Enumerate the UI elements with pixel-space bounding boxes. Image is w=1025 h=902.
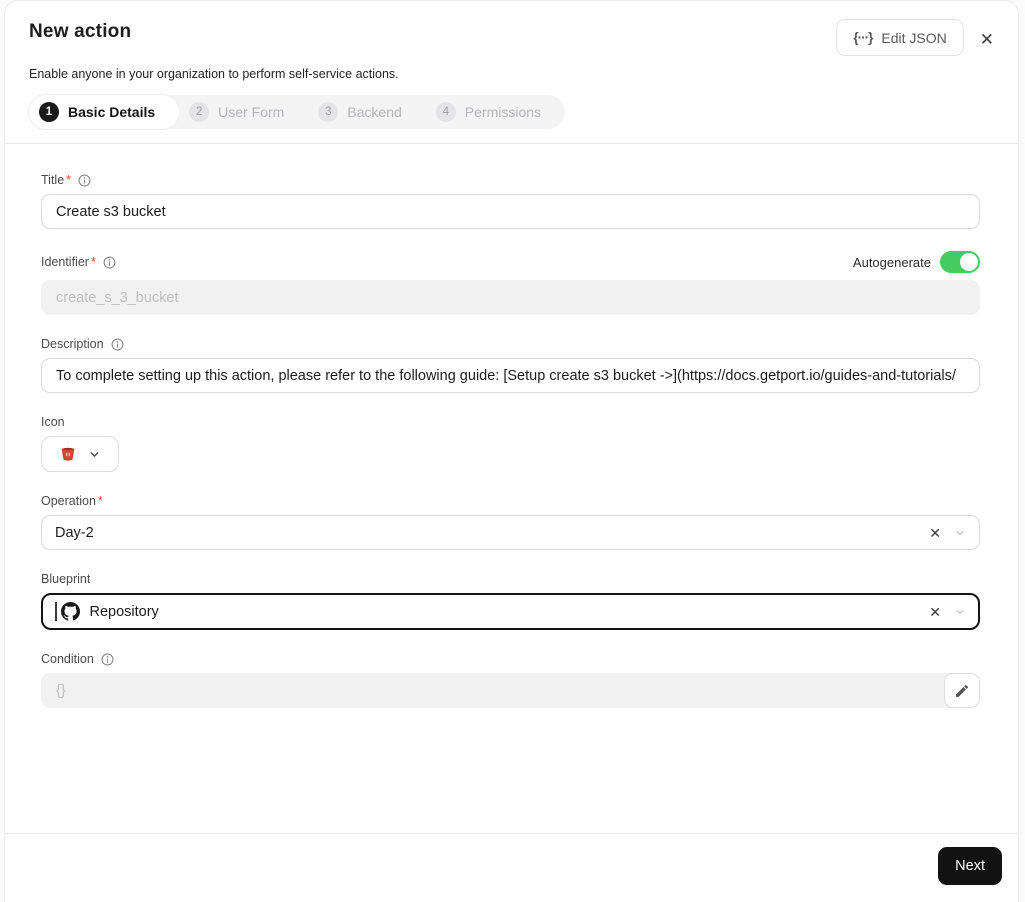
clear-icon[interactable]: ✕ xyxy=(929,526,941,540)
required-mark: * xyxy=(90,255,96,269)
modal-subtitle: Enable anyone in your organization to pe… xyxy=(29,67,399,81)
next-button[interactable]: Next xyxy=(938,847,1002,885)
info-icon[interactable] xyxy=(78,174,91,187)
step-number: 1 xyxy=(39,102,59,122)
operation-field: Operation * Day-2 ✕ xyxy=(41,494,980,550)
step-number: 4 xyxy=(435,102,456,122)
autogenerate-toggle[interactable] xyxy=(940,251,980,273)
step-number: 2 xyxy=(189,102,210,122)
blueprint-value: Repository xyxy=(89,603,159,620)
text-cursor xyxy=(55,602,57,621)
title-input[interactable] xyxy=(41,194,980,229)
step-permissions[interactable]: 4 Permissions xyxy=(426,95,565,129)
pencil-icon xyxy=(954,683,970,699)
step-basic-details[interactable]: 1 Basic Details xyxy=(29,95,180,129)
condition-label: Condition xyxy=(41,652,94,666)
chevron-down-icon[interactable] xyxy=(954,606,966,618)
new-action-modal: New action {···} Edit JSON ✕ Enable anyo… xyxy=(4,0,1019,902)
blueprint-select[interactable]: Repository ✕ xyxy=(41,593,980,630)
operation-label: Operation xyxy=(41,494,96,508)
identifier-input xyxy=(41,280,980,315)
step-number: 3 xyxy=(318,102,339,122)
edit-json-button[interactable]: {···} Edit JSON xyxy=(836,19,964,56)
stepper: 1 Basic Details 2 User Form 3 Backend 4 … xyxy=(29,95,566,129)
blueprint-field: Blueprint Repository ✕ xyxy=(41,572,980,630)
edit-json-label: Edit JSON xyxy=(881,29,947,46)
step-label: User Form xyxy=(218,104,285,120)
chevron-down-icon[interactable] xyxy=(954,527,966,539)
github-icon xyxy=(60,602,80,621)
identifier-field: Identifier * Autogenerate xyxy=(41,251,980,315)
info-icon[interactable] xyxy=(103,256,116,269)
description-input[interactable] xyxy=(41,358,980,393)
step-user-form[interactable]: 2 User Form xyxy=(179,95,308,129)
chevron-down-icon xyxy=(88,448,101,461)
condition-field: Condition xyxy=(41,652,980,708)
description-label: Description xyxy=(41,337,104,351)
condition-input xyxy=(41,673,980,708)
form-body: Title * Identifier * Autogenerate xyxy=(5,144,1018,833)
step-label: Basic Details xyxy=(68,104,156,120)
info-icon[interactable] xyxy=(101,653,114,666)
identifier-label: Identifier xyxy=(41,255,89,269)
step-label: Backend xyxy=(347,104,402,120)
autogenerate-label: Autogenerate xyxy=(852,254,931,270)
icon-select-button[interactable] xyxy=(41,436,119,472)
edit-condition-button[interactable] xyxy=(944,673,980,708)
page-title: New action xyxy=(29,21,132,42)
code-braces-icon: {···} xyxy=(853,30,873,45)
modal-footer: Next xyxy=(5,834,1018,902)
close-button[interactable]: ✕ xyxy=(972,26,1002,54)
required-mark: * xyxy=(66,173,72,187)
aws-s3-icon xyxy=(59,445,77,463)
blueprint-label: Blueprint xyxy=(41,572,91,586)
step-label: Permissions xyxy=(464,104,542,120)
operation-value: Day-2 xyxy=(55,524,94,541)
required-mark: * xyxy=(97,494,103,508)
close-icon: ✕ xyxy=(979,29,994,49)
clear-icon[interactable]: ✕ xyxy=(929,605,941,619)
description-field: Description xyxy=(41,337,980,393)
title-label: Title xyxy=(41,173,65,187)
step-backend[interactable]: 3 Backend xyxy=(308,95,425,129)
title-field: Title * xyxy=(41,173,980,229)
modal-header: New action {···} Edit JSON ✕ Enable anyo… xyxy=(5,1,1018,129)
icon-label: Icon xyxy=(41,415,65,429)
operation-select[interactable]: Day-2 ✕ xyxy=(41,515,980,550)
icon-field: Icon xyxy=(41,415,980,472)
info-icon[interactable] xyxy=(111,338,124,351)
